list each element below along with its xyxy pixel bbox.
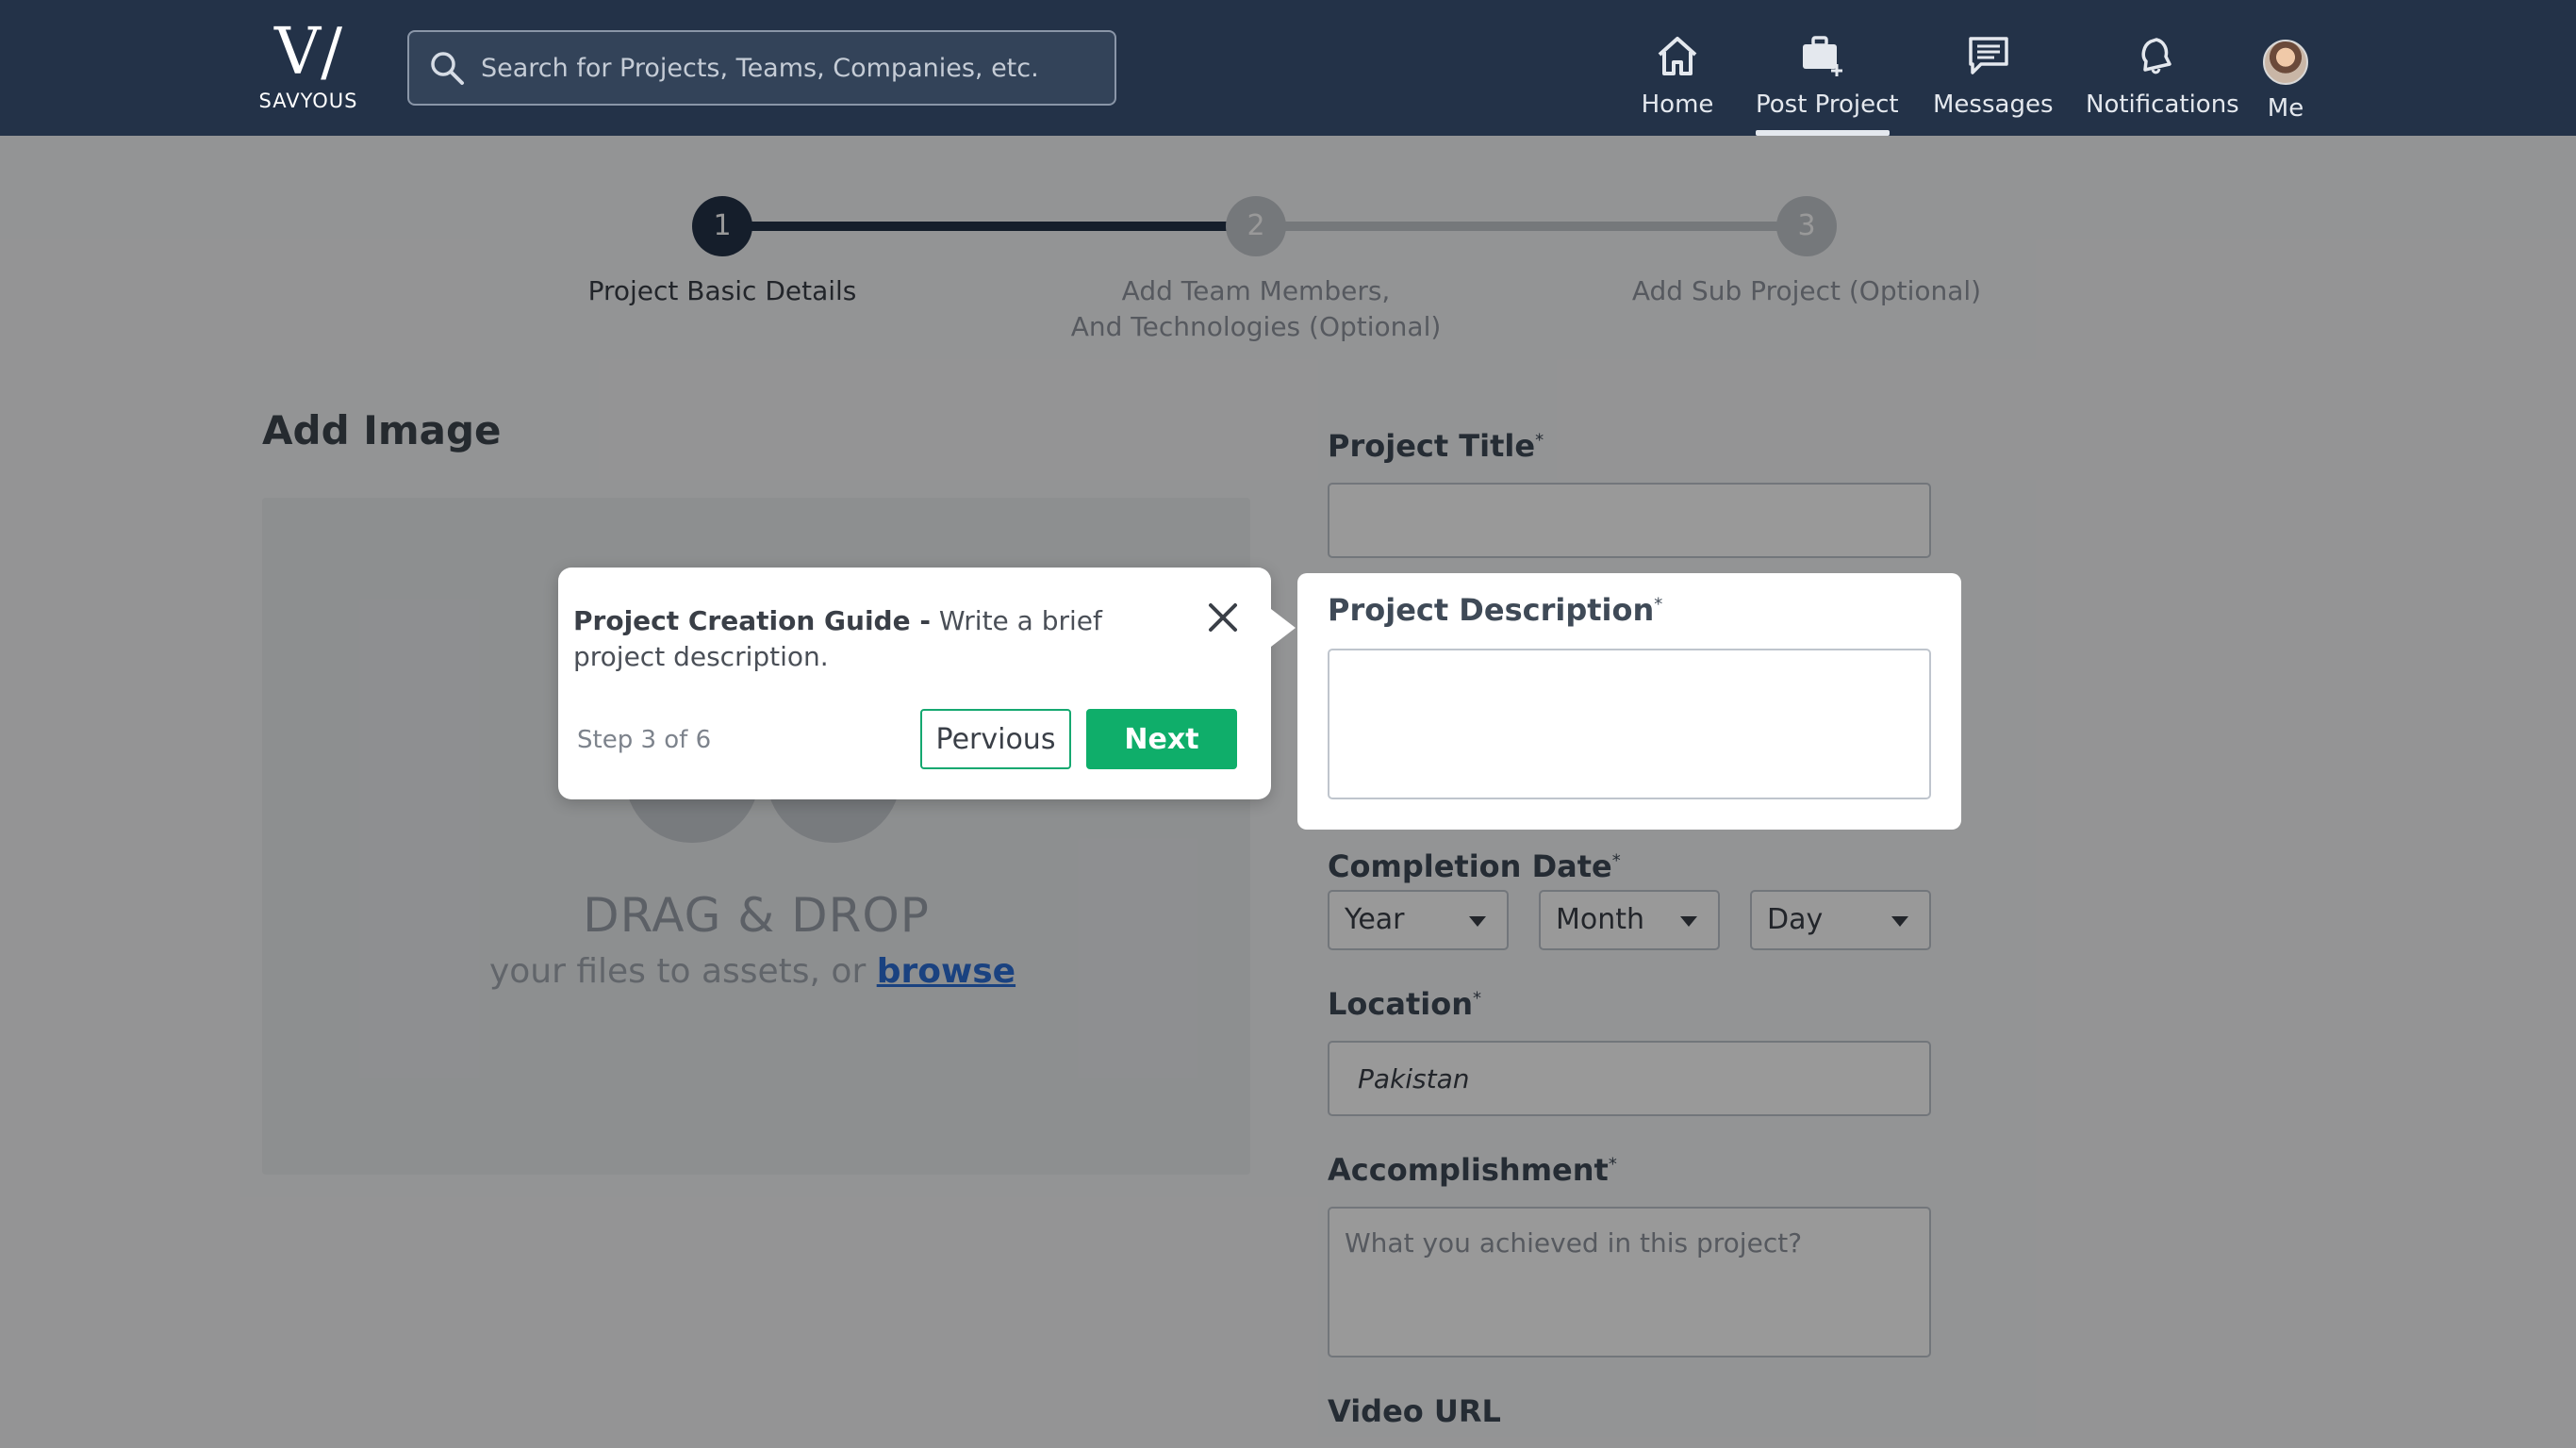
tour-title: Project Creation Guide - — [573, 605, 931, 636]
tour-message: Project Creation Guide - Write a brief p… — [573, 603, 1158, 675]
project-description-label-text: Project Description — [1328, 592, 1655, 628]
tour-overlay — [0, 136, 2576, 1448]
highlighted-description-field: Project Description* — [1297, 573, 1961, 830]
project-description-label: Project Description* — [1328, 592, 1662, 628]
close-icon[interactable] — [1207, 601, 1239, 634]
tour-popover-arrow — [1271, 609, 1296, 647]
tour-overlay-top — [0, 0, 2576, 136]
tour-popover: Project Creation Guide - Write a brief p… — [558, 568, 1296, 799]
next-button[interactable]: Next — [1086, 709, 1237, 769]
required-marker: * — [1654, 594, 1663, 615]
previous-button[interactable]: Pervious — [920, 709, 1071, 769]
tour-step-counter: Step 3 of 6 — [577, 726, 712, 754]
project-description-textarea[interactable] — [1328, 649, 1931, 799]
